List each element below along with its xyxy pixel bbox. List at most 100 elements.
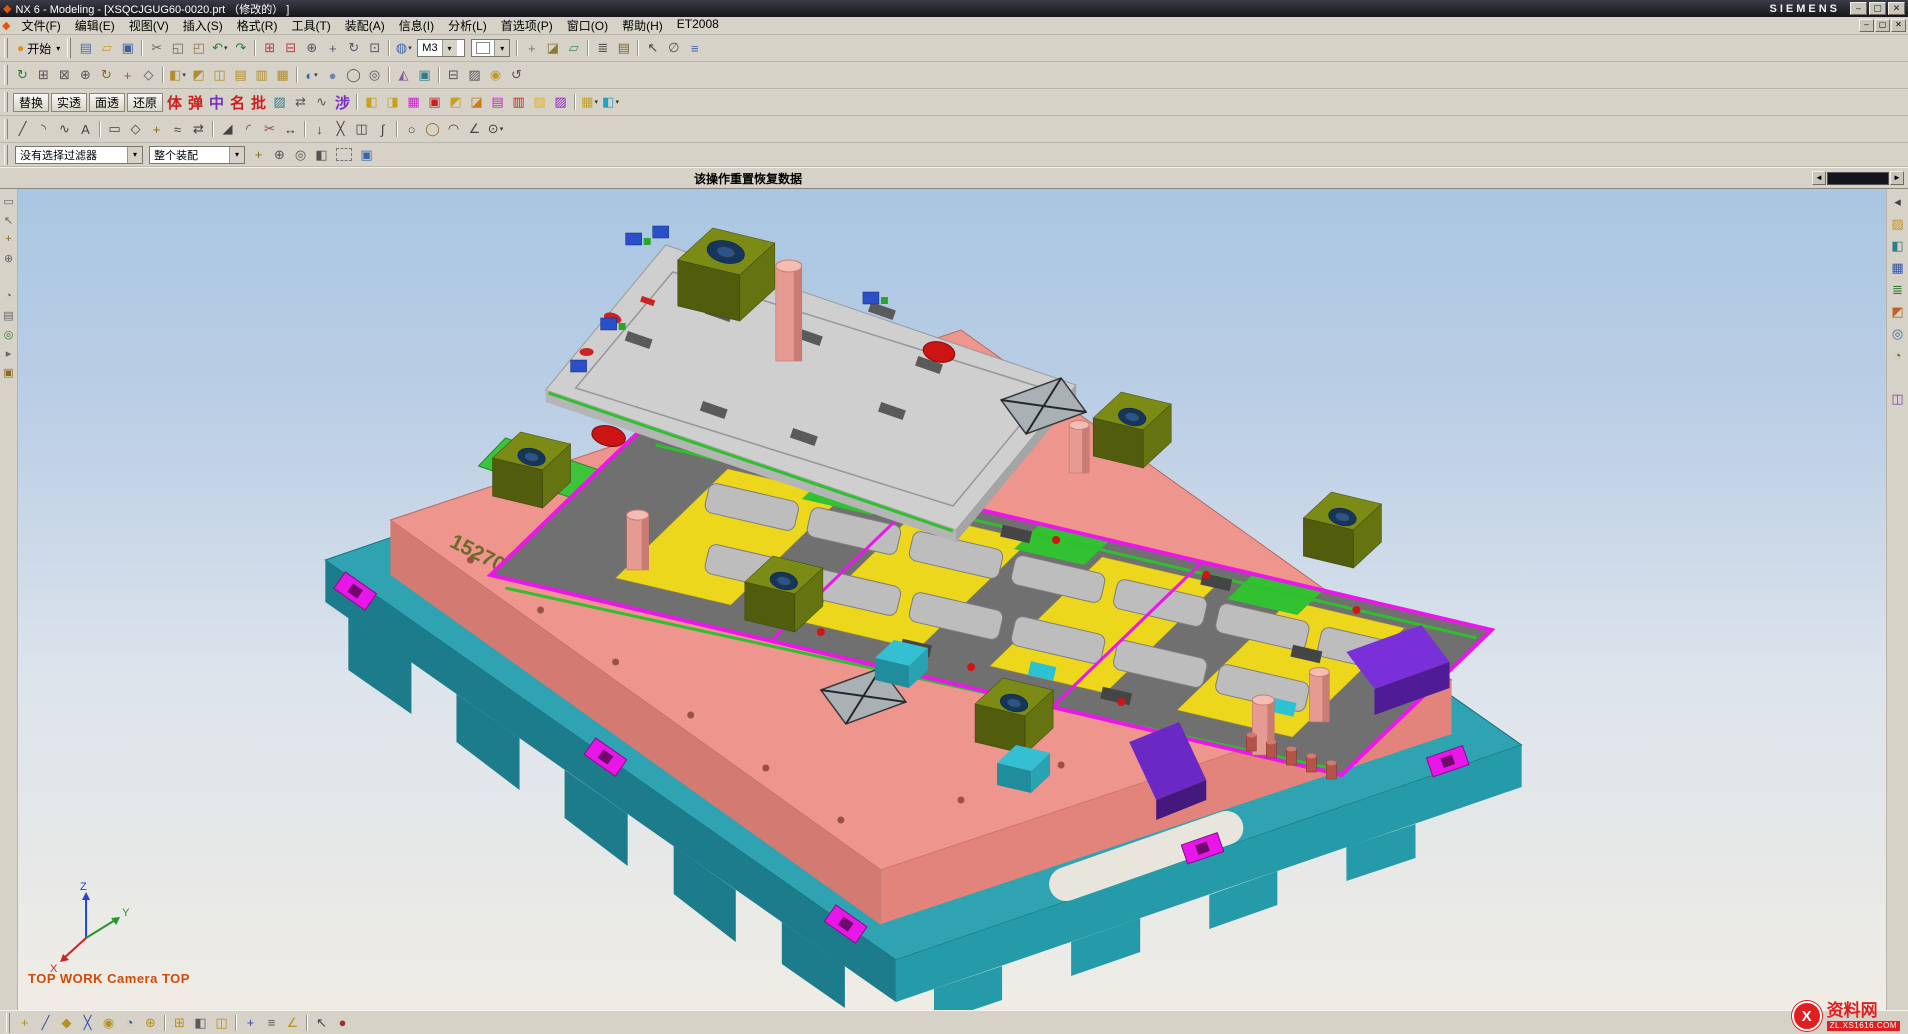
roles-icon[interactable]: ◫ xyxy=(1889,390,1907,407)
document-icon[interactable]: ▤ xyxy=(1,307,17,323)
punch-icon[interactable]: ▥ xyxy=(508,92,529,112)
conic-icon[interactable]: ◠ xyxy=(443,119,464,139)
maximize-button[interactable]: ▢ xyxy=(1869,2,1886,15)
blank-layout-icon[interactable]: ◩ xyxy=(445,92,466,112)
rotate-view-icon[interactable]: ↻ xyxy=(343,38,364,58)
child-minimize-button[interactable]: – xyxy=(1859,19,1874,32)
front-view-icon[interactable]: ▤ xyxy=(230,65,251,85)
screenshot-icon[interactable]: ⊞ xyxy=(259,38,280,58)
selection-scope-combo[interactable]: 整个装配 ▾ xyxy=(149,146,245,164)
assembly-navigator-icon[interactable]: ▨ xyxy=(1889,215,1907,232)
viewport-canvas[interactable]: 15270KG xyxy=(18,189,1886,1010)
object-info-icon[interactable]: ≡ xyxy=(684,38,705,58)
midpoint-snap-icon[interactable]: ◆ xyxy=(56,1013,77,1033)
existing-point-icon[interactable]: ⊕ xyxy=(140,1013,161,1033)
hidden-edges-icon[interactable]: ◎ xyxy=(364,65,385,85)
menu-tools[interactable]: 工具(T) xyxy=(284,16,337,35)
save-icon[interactable]: ▣ xyxy=(117,38,138,58)
help-cursor-icon[interactable]: ↖ xyxy=(311,1013,332,1033)
shaded-view-icon[interactable]: ◍ xyxy=(393,38,414,58)
edge-snap-icon[interactable]: ◫ xyxy=(211,1013,232,1033)
quadrant-snap-icon[interactable]: ◔ xyxy=(119,1013,140,1033)
view-in-layer-icon[interactable]: ▤ xyxy=(613,38,634,58)
toolbar-grip[interactable] xyxy=(67,38,71,58)
open-icon[interactable]: ▱ xyxy=(96,38,117,58)
point-set-icon[interactable]: ⊙ xyxy=(485,119,506,139)
toolbar-grip[interactable] xyxy=(4,65,8,85)
copy-icon[interactable]: ◱ xyxy=(167,38,188,58)
refresh-icon[interactable]: ↻ xyxy=(12,65,33,85)
trim-curve-icon[interactable]: ✂ xyxy=(259,119,280,139)
ruler-icon[interactable]: ≡ xyxy=(261,1013,282,1033)
binder-icon[interactable]: ◨ xyxy=(382,92,403,112)
chamfer-icon[interactable]: ◢ xyxy=(217,119,238,139)
menu-et2008[interactable]: ET2008 xyxy=(670,16,726,35)
history-palette-icon[interactable]: ◔ xyxy=(1889,347,1907,364)
angle-measure-icon[interactable]: ∠ xyxy=(282,1013,303,1033)
center-snap-icon[interactable]: ◉ xyxy=(98,1013,119,1033)
rotate-icon[interactable]: ↻ xyxy=(96,65,117,85)
polygon-icon[interactable]: ◇ xyxy=(125,119,146,139)
toolbar-grip[interactable] xyxy=(6,1013,10,1033)
replace-button[interactable]: 替换 xyxy=(13,93,49,112)
insert-icon[interactable]: ▧ xyxy=(529,92,550,112)
toolbar-grip[interactable] xyxy=(4,92,8,112)
background-icon[interactable]: ▨ xyxy=(464,65,485,85)
die-face-icon[interactable]: ◧ xyxy=(361,92,382,112)
rectangle-select-icon[interactable] xyxy=(336,148,352,161)
back-view-icon[interactable]: ▦ xyxy=(272,65,293,85)
expand-icon[interactable]: ▸ xyxy=(1,345,17,361)
lights-icon[interactable]: ◉ xyxy=(485,65,506,85)
scroll-right-button[interactable]: ► xyxy=(1890,171,1904,185)
center-tool-button[interactable]: 中 xyxy=(206,92,227,112)
chevron-down-icon[interactable]: ▾ xyxy=(442,40,457,56)
minimize-button[interactable]: – xyxy=(1850,2,1867,15)
reset-layout-icon[interactable]: ▭ xyxy=(1,193,17,209)
measure-icon[interactable]: ∅ xyxy=(663,38,684,58)
selection-filter-combo[interactable]: 没有选择过滤器 ▾ xyxy=(15,146,143,164)
object-color-swatch[interactable]: ▾ xyxy=(471,39,510,57)
line-icon[interactable]: ╱ xyxy=(12,119,33,139)
helix-icon[interactable]: ∫ xyxy=(372,119,393,139)
shaded-edges-icon[interactable]: ◐ xyxy=(301,65,322,85)
enhance-scene-icon[interactable]: ▣ xyxy=(414,65,435,85)
menu-window[interactable]: 窗口(O) xyxy=(560,16,615,35)
shaded-icon[interactable]: ● xyxy=(322,65,343,85)
point-icon[interactable]: + xyxy=(146,119,167,139)
datum-plane-icon[interactable]: ◪ xyxy=(542,38,563,58)
ellipse-icon[interactable]: ◯ xyxy=(422,119,443,139)
toolbar-grip[interactable] xyxy=(4,119,8,139)
web-browser-icon[interactable]: ◎ xyxy=(1889,325,1907,342)
snap-settings-icon[interactable]: + xyxy=(248,145,269,165)
translucency-icon[interactable]: ▨ xyxy=(269,92,290,112)
reuse-library-icon[interactable]: ≣ xyxy=(1889,281,1907,298)
arc-icon[interactable]: ◝ xyxy=(33,119,54,139)
spin-icon[interactable]: ↺ xyxy=(506,65,527,85)
trimetric-view-icon[interactable]: ◧ xyxy=(167,65,188,85)
toolbar-grip[interactable] xyxy=(4,145,8,165)
isometric-view-icon[interactable]: ◩ xyxy=(188,65,209,85)
snap-point-icon[interactable]: + xyxy=(521,38,542,58)
zoom-box-icon[interactable]: ⊠ xyxy=(54,65,75,85)
paste-icon[interactable]: ◰ xyxy=(188,38,209,58)
face-translucency-button[interactable]: 面透 xyxy=(89,93,125,112)
fit-view-icon[interactable]: ⊡ xyxy=(364,38,385,58)
menu-edit[interactable]: 编辑(E) xyxy=(68,16,122,35)
menu-assemblies[interactable]: 装配(A) xyxy=(338,16,392,35)
chevron-down-icon[interactable]: ▾ xyxy=(127,147,142,163)
face-filter-icon[interactable]: ◧ xyxy=(311,145,332,165)
preview-icon[interactable]: ▣ xyxy=(356,145,377,165)
child-close-button[interactable]: ✕ xyxy=(1891,19,1906,32)
select-scope-icon[interactable]: ⊕ xyxy=(269,145,290,165)
grid-snap-icon[interactable]: ⊞ xyxy=(169,1013,190,1033)
scroll-left-button[interactable]: ◄ xyxy=(1812,171,1826,185)
chevron-down-icon[interactable]: ▾ xyxy=(229,147,244,163)
project-curve-icon[interactable]: ↓ xyxy=(309,119,330,139)
sketch-icon[interactable]: ▱ xyxy=(563,38,584,58)
rectangle-icon[interactable]: ▭ xyxy=(104,119,125,139)
start-menu-button[interactable]: ● 开始 xyxy=(12,37,65,59)
box-tool-icon[interactable]: ▣ xyxy=(1,364,17,380)
die-assembly-model[interactable]: 15270KG xyxy=(18,189,1886,1010)
part-navigator-icon[interactable]: ▦ xyxy=(1889,259,1907,276)
intersection-snap-icon[interactable]: ╳ xyxy=(77,1013,98,1033)
